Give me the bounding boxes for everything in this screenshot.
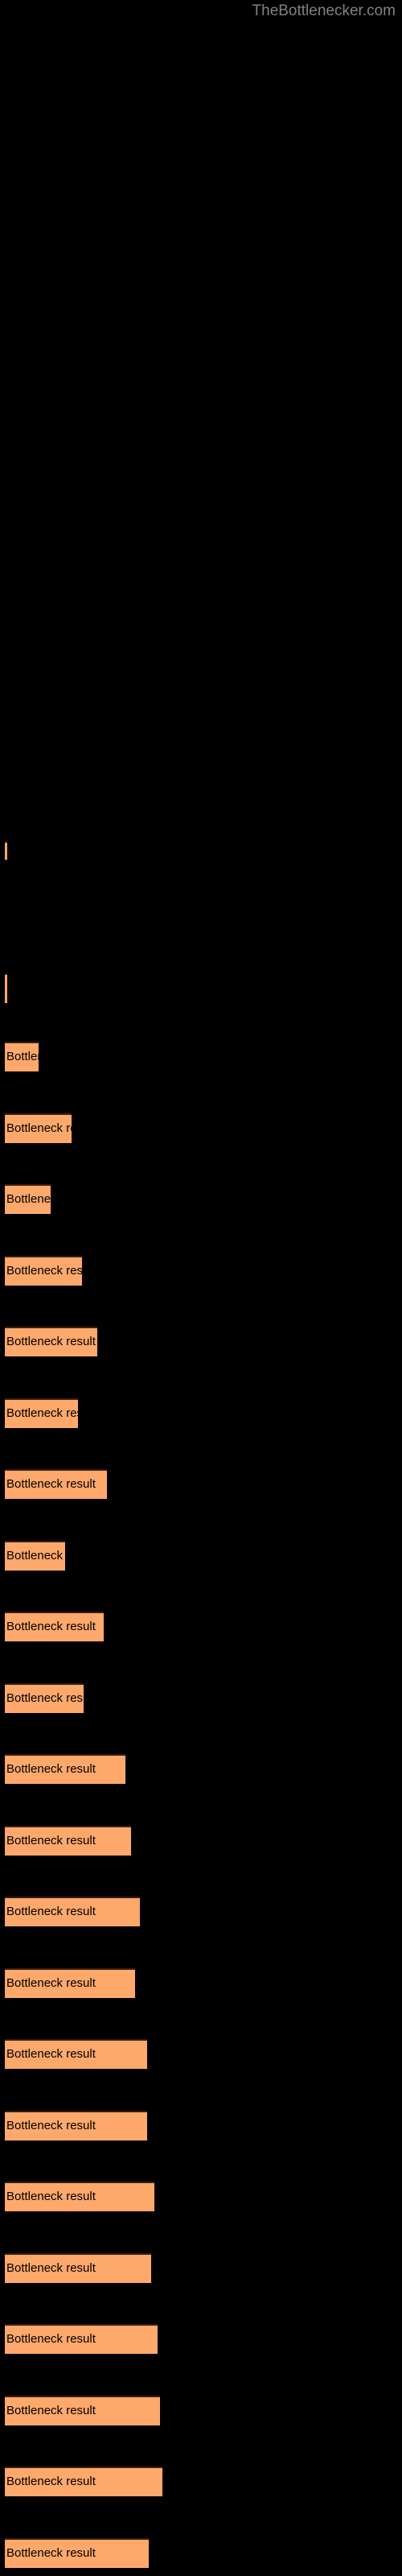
- bottleneck-result-bar[interactable]: Bottleneck result: [5, 1113, 72, 1143]
- bottleneck-result-bar[interactable]: Bottleneck result: [5, 2111, 147, 2140]
- bar-label: Bottleneck result: [6, 1406, 78, 1420]
- bottleneck-result-bar[interactable]: Bottleneck result: [5, 2182, 154, 2211]
- bar-label: Bottleneck result: [6, 1691, 84, 1705]
- bar-label: Bottleneck result: [6, 2404, 96, 2417]
- bottleneck-result-bar[interactable]: Bottleneck result: [5, 2039, 147, 2069]
- bottleneck-result-bar[interactable]: Bottleneck result: [5, 973, 7, 1003]
- bar-label: Bottleneck result: [6, 1762, 96, 1776]
- bar-label: Bottleneck result: [6, 1121, 72, 1135]
- bottleneck-result-bar[interactable]: Bottleneck result: [5, 1968, 135, 1998]
- bar-label: Bottleneck result: [6, 2047, 96, 2061]
- bottleneck-result-bar[interactable]: Bottleneck result: [5, 1754, 125, 1784]
- bottleneck-result-bar[interactable]: Bottleneck result: [5, 1042, 39, 1071]
- bar-label: Bottleneck result: [6, 1549, 65, 1563]
- bar-label: Bottleneck result: [6, 2261, 96, 2275]
- bar-label: Bottleneck result: [6, 2546, 96, 2560]
- bottleneck-result-bar[interactable]: Bottleneck result: [5, 841, 7, 860]
- bar-label: Bottleneck result: [6, 1192, 51, 1206]
- bar-label: Bottleneck result: [6, 2190, 96, 2203]
- bar-label: Bottleneck result: [6, 1477, 96, 1491]
- bar-label: Bottleneck result: [6, 2119, 96, 2132]
- bottleneck-result-bar[interactable]: Bottleneck result: [5, 2396, 160, 2425]
- bar-label: Bottleneck result: [6, 1264, 82, 1278]
- bottleneck-result-bar[interactable]: Bottleneck result: [5, 1327, 97, 1356]
- bar-label: Bottleneck result: [6, 2332, 96, 2346]
- bottleneck-result-bar[interactable]: Bottleneck result: [5, 2467, 162, 2496]
- bottleneck-result-bar[interactable]: Bottleneck result: [5, 1612, 104, 1641]
- bottleneck-result-bar[interactable]: Bottleneck result: [5, 1469, 107, 1499]
- bar-label: Bottleneck result: [6, 1905, 96, 1918]
- bottleneck-result-bar[interactable]: Bottleneck result: [5, 1541, 65, 1571]
- bottleneck-result-bar[interactable]: Bottleneck result: [5, 1897, 140, 1926]
- bottleneck-bar-chart: Bottleneck result Bottleneck result Bottle…: [0, 0, 402, 2576]
- bottleneck-result-bar[interactable]: Bottleneck result: [5, 1683, 84, 1713]
- bottleneck-result-bar[interactable]: Bottleneck result: [5, 2253, 151, 2283]
- bar-label: Bottleneck result: [6, 1620, 96, 1633]
- bottleneck-result-bar[interactable]: Bottleneck result: [5, 1398, 78, 1428]
- bar-label: Bottleneck result: [6, 2475, 96, 2488]
- bar-label: Bottleneck result: [6, 1335, 96, 1348]
- bar-label: Bottleneck result: [6, 849, 7, 860]
- bottleneck-result-bar[interactable]: Bottleneck result: [5, 1184, 51, 1214]
- bar-label: Bottleneck result: [6, 1976, 96, 1990]
- bar-label: Bottleneck result: [6, 1834, 96, 1847]
- bottleneck-result-bar[interactable]: Bottleneck result: [5, 2324, 158, 2354]
- bottleneck-result-bar[interactable]: Bottleneck result: [5, 1826, 131, 1856]
- bar-label: Bottleneck result: [6, 1050, 39, 1063]
- bar-label: Bottleneck result: [6, 981, 7, 995]
- bottleneck-result-bar[interactable]: Bottleneck result: [5, 2538, 149, 2568]
- bottleneck-result-bar[interactable]: Bottleneck result: [5, 1256, 82, 1286]
